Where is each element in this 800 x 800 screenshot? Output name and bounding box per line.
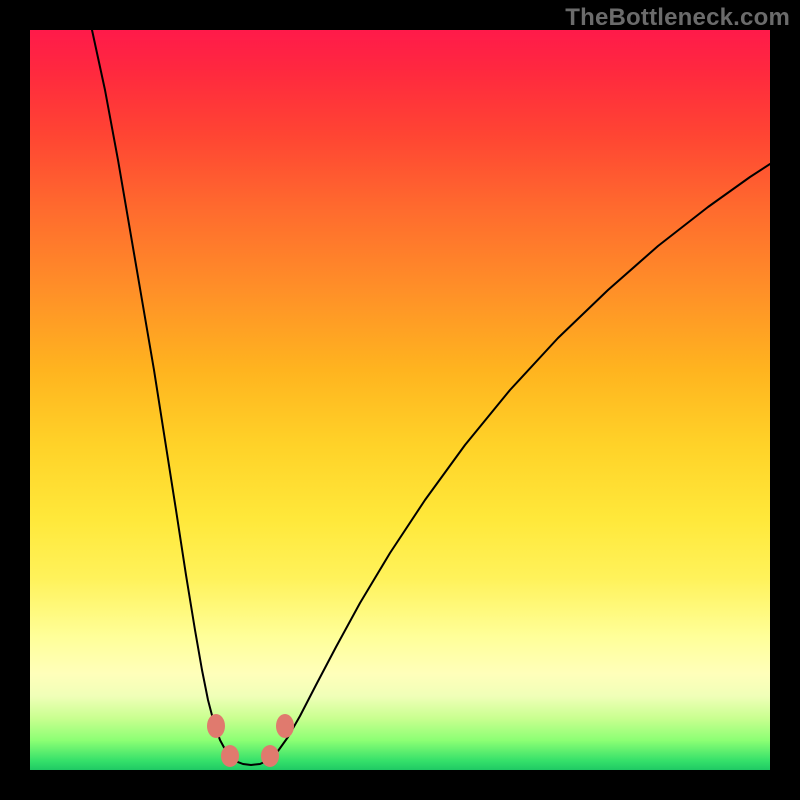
- bead-right-upper: [276, 714, 294, 738]
- watermark-text: TheBottleneck.com: [565, 4, 790, 32]
- bottleneck-curve: [92, 30, 770, 765]
- bead-right-lower: [261, 745, 279, 767]
- chart-outer-frame: TheBottleneck.com: [0, 0, 800, 800]
- bead-left-upper: [207, 714, 225, 738]
- curve-svg: [30, 30, 770, 770]
- curve-group: [92, 30, 770, 765]
- plot-area: [30, 30, 770, 770]
- bead-left-lower: [221, 745, 239, 767]
